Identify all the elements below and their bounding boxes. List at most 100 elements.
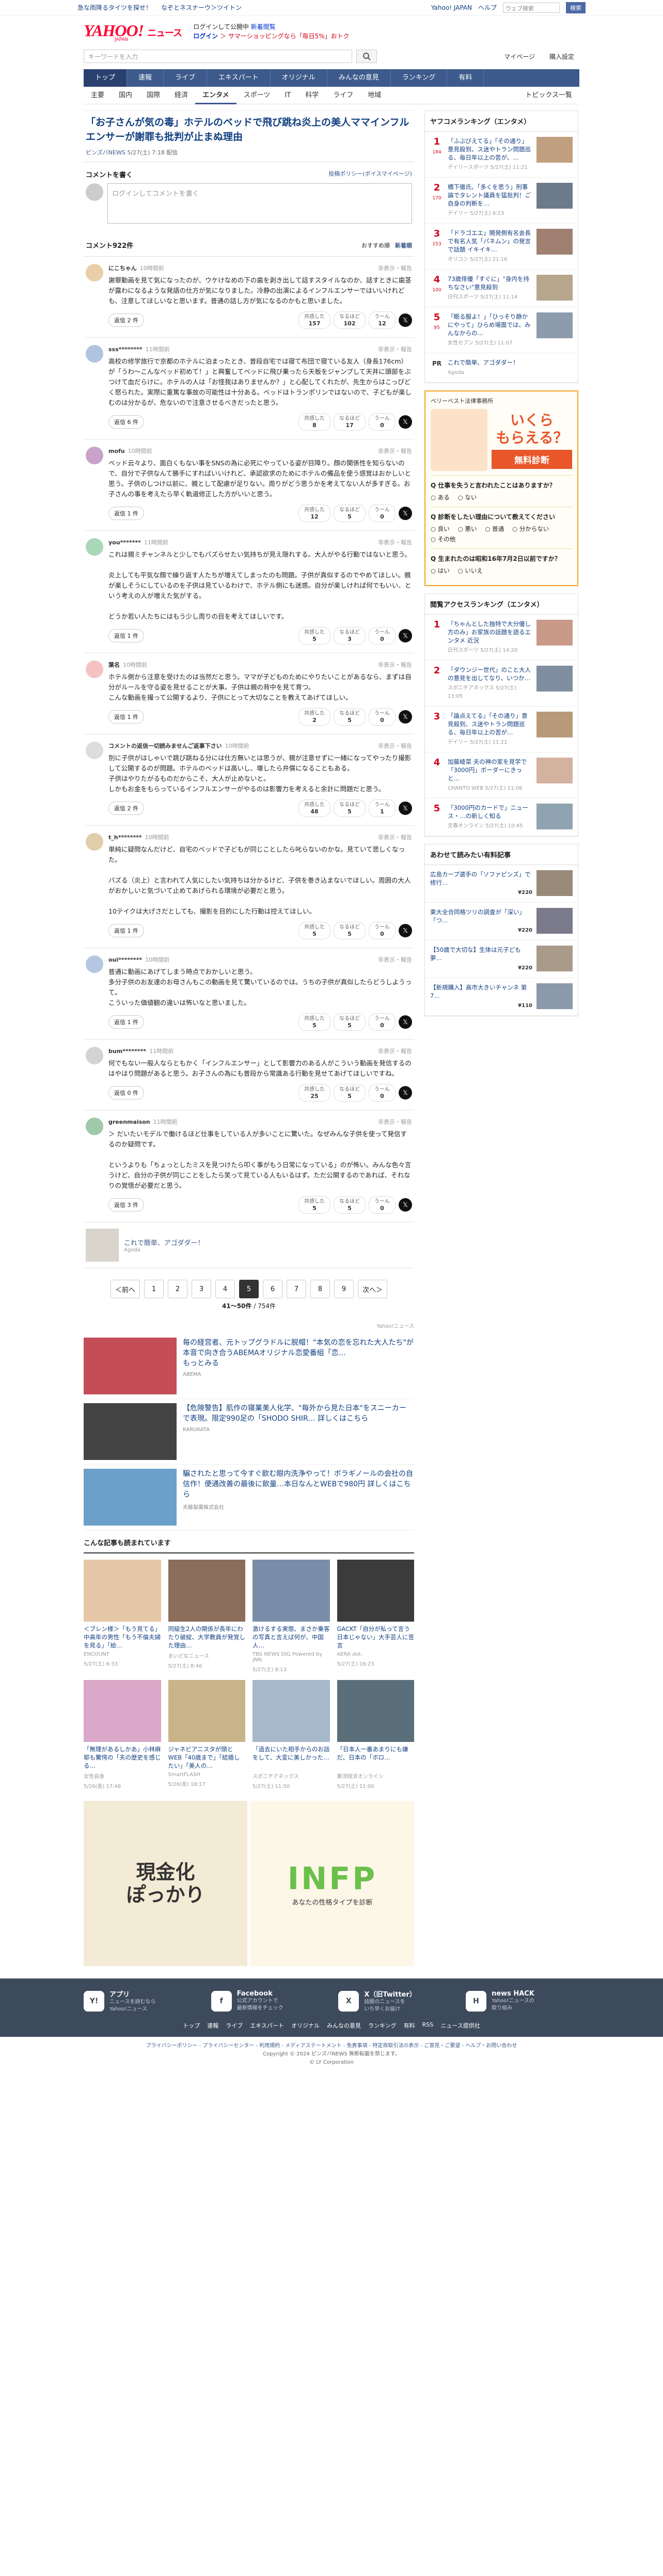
nav-expert[interactable]: エキスパート [207,69,271,87]
cat-international[interactable]: 国際 [139,87,167,104]
reply-button[interactable]: 返信 1 件 [108,924,144,937]
ad-title[interactable]: 【危険警告】肌作の寝業美人化学、"毎外から見た日本"をスニーカー で表現。限定9… [183,1403,414,1424]
survey-q2-opt[interactable]: 悪い [458,525,477,533]
disagree-button[interactable]: うーん 1 [369,799,396,817]
x-share-icon[interactable]: 𝕏 [399,710,412,724]
paid-article[interactable]: 広島カープ選手の「ソファピンズ」で修行… ¥220 [425,865,578,903]
related-article[interactable]: ＜ブレン様＞「もう見てる」中高年の男性「もう不倫夫婦を見る」「絵… ENCOUNT… [84,1560,161,1673]
paid-thumbnail[interactable] [536,946,573,971]
x-share-icon[interactable]: 𝕏 [399,507,412,520]
paid-title[interactable]: 【50歳で大切な】生体は元子ども夢… [430,946,532,962]
survey-q3-opt[interactable]: いいえ [458,567,483,575]
paid-thumbnail[interactable] [536,870,573,896]
promo-link-2[interactable]: なぞとネスナーウ＞ツイトン [161,3,242,12]
cat-region[interactable]: 地域 [360,87,388,104]
bottom-ad-left[interactable]: 現金化 ぽっかり [84,1801,247,1966]
commenter-avatar[interactable] [86,538,103,556]
survey-q3-opt[interactable]: はい [431,567,450,575]
report-link[interactable]: 非表示・報告 [378,538,412,546]
rank-thumbnail[interactable] [536,620,573,646]
commenter-avatar[interactable] [86,742,103,759]
page-1[interactable]: 1 [144,1280,164,1298]
disagree-button[interactable]: うーん 12 [369,311,396,329]
rank-title[interactable]: 橋下徹氏、「多くを思う」刑事論でタレント議員を猛批判！ご自身の判断を… [448,183,532,208]
policy-link[interactable]: 投稿ポリシー(ボイスマイページ) [328,169,412,179]
ranking-item[interactable]: 5 「3000円のカードで」ニュース・…の新しく知る 文春オンライン 5/27(土)… [425,798,578,836]
ranking-item[interactable]: 2 170 橋下徹氏、「多くを思う」刑事論でタレント議員を猛批判！ご自身の判断を… デ… [425,178,578,224]
disagree-button[interactable]: うーん 0 [369,922,396,939]
nav-ranking[interactable]: ランキング [391,69,448,87]
nav-original[interactable]: オリジナル [271,69,327,87]
related-title[interactable]: GACKT「自分が私って言う日本じゃない」大手芸人に苦言 [337,1625,415,1650]
agree-button[interactable]: 共感した 5 [298,922,330,939]
report-link[interactable]: 非表示・報告 [378,833,412,841]
rank-thumbnail[interactable] [536,666,573,692]
cat-main[interactable]: 主要 [84,87,112,104]
disagree-button[interactable]: うーん 0 [369,627,396,645]
insightful-button[interactable]: なるほど 5 [334,1196,366,1214]
commenter-name[interactable]: you******* [108,539,141,546]
footer-app[interactable]: f Facebook 公式アカウントで 最新情報をチェック [211,1989,325,2013]
insightful-button[interactable]: なるほど 5 [334,1084,366,1102]
ad-thumbnail[interactable] [84,1338,177,1394]
survey-q2-opt[interactable]: その他 [431,535,456,543]
commenter-avatar[interactable] [86,955,103,973]
ranking-item[interactable]: 3 153 「ドラゴエエ」開発側有名会長で有名人気「パネムン」の発言で話題 イキイキ… [425,224,578,270]
login-link[interactable]: ログイン [193,33,218,40]
related-thumbnail[interactable] [252,1560,330,1622]
sort-recommended[interactable]: おすすめ順 [361,241,390,249]
ranking-item[interactable]: 4 100 73歳俳優「すぐに」"身内を持ちなさい"意見殺到 日刊スポーツ 5/27(… [425,270,578,307]
ranking-item[interactable]: 3 「論点えてる」「その通り」意見殺到、ス迷やトラン問題巡る、毎日年以上の苦が… デ… [425,706,578,752]
paid-article[interactable]: 東大全合同格ツリの調査が「深い」「つ… ¥220 [425,903,578,940]
footer-link[interactable]: 有料 [404,2021,415,2030]
reply-button[interactable]: 返信 6 件 [108,415,144,429]
cat-economy[interactable]: 経済 [167,87,195,104]
paid-title[interactable]: 【新規購入】高市大きいチャンネ 第7… [430,983,532,1000]
page-3[interactable]: 3 [192,1280,211,1298]
related-article[interactable]: GACKT「自分が私って言う日本じゃない」大手芸人に苦言 AERA dot. 5/2… [337,1560,415,1673]
related-title[interactable]: 「過去にいた相手からのお話をして、大変に美しかった… [252,1745,330,1770]
reply-button[interactable]: 返信 1 件 [108,507,144,520]
bottom-ad[interactable]: 現金化 ぽっかり INFP あなたの性格タイプを診断 [84,1801,414,1966]
page-9[interactable]: 9 [334,1280,354,1298]
page-prev[interactable]: ＜前へ [110,1280,140,1298]
footer-link[interactable]: RSS [422,2021,434,2030]
survey-q2-opt[interactable]: 良い [431,525,450,533]
related-thumbnail[interactable] [168,1560,245,1622]
insightful-button[interactable]: なるほど 5 [334,505,366,522]
agree-button[interactable]: 共感した 25 [298,1084,330,1102]
related-thumbnail[interactable] [337,1680,414,1742]
paid-article[interactable]: 【新規購入】高市大きいチャンネ 第7… ¥110 [425,978,578,1016]
reply-button[interactable]: 返信 3 件 [108,1198,144,1212]
insightful-button[interactable]: なるほど 5 [334,922,366,939]
related-title[interactable]: ＜ブレン様＞「もう見てる」中高年の男性「もう不倫夫婦を見る」「絵… [84,1625,161,1650]
news-search-input[interactable]: キーワードを入力 [84,50,352,63]
nav-breaking[interactable]: 速報 [127,69,164,87]
cat-science[interactable]: 科学 [298,87,326,104]
ranking-item[interactable]: 1 「ちゃんとした独特で大分優し方のみ」お家族の話題を語るエンタメ 近況 日刊スポー… [425,615,578,661]
related-thumbnail[interactable] [168,1680,245,1742]
related-article[interactable]: ジャネビアニスタが頭とWEB「40歳まで」「結婚したい」「美人の… SmartFL… [168,1680,246,1789]
promo-link-1[interactable]: 急な雨降るタイツを探せ！ [77,3,152,12]
rank-thumbnail[interactable] [536,275,573,301]
logo[interactable]: YAHOO! ニュース JAPAN [84,21,182,42]
web-search-input[interactable]: ウェブ検索 [503,2,560,13]
bottom-ad-right[interactable]: INFP あなたの性格タイプを診断 [250,1801,414,1966]
rank-thumbnail[interactable] [536,312,573,338]
insightful-button[interactable]: なるほど 3 [334,627,366,645]
footer-link[interactable]: 速報 [207,2021,218,2030]
cat-domestic[interactable]: 国内 [112,87,139,104]
report-link[interactable]: 非表示・報告 [378,264,412,272]
agree-button[interactable]: 共感した 5 [298,627,330,645]
report-link[interactable]: 非表示・報告 [378,447,412,455]
app-name[interactable]: アプリ [109,1989,156,1999]
insightful-button[interactable]: なるほど 5 [334,799,366,817]
app-name[interactable]: X（旧Twitter） [364,1989,416,1999]
disagree-button[interactable]: うーん 0 [369,1084,396,1102]
nav-opinions[interactable]: みんなの意見 [327,69,391,87]
topics-list-link[interactable]: トピックス一覧 [518,87,579,104]
commenter-avatar[interactable] [86,345,103,363]
commenter-name[interactable]: oui******** [108,956,142,963]
related-title[interactable]: ジャネビアニスタが頭とWEB「40歳まで」「結婚したい」「美人の… [168,1745,246,1770]
footer-link[interactable]: オリジナル [291,2021,320,2030]
